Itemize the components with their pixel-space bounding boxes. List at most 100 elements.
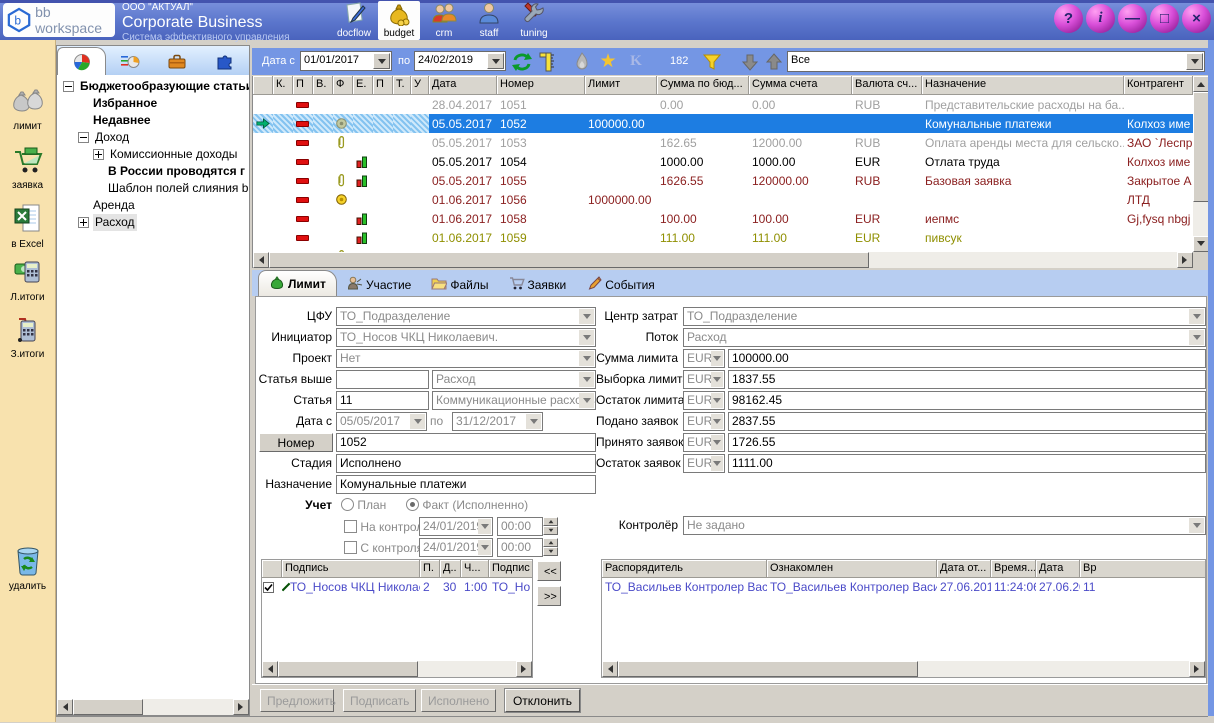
chevron-down-icon[interactable] xyxy=(1189,330,1204,345)
purpose-field[interactable]: Комунальные платежи xyxy=(336,475,596,494)
money-currency-0[interactable]: EUR xyxy=(683,349,725,368)
grid-row[interactable]: 01.06.20171058100.00100.00EURиепмсGj,fys… xyxy=(253,209,1193,228)
grid-column-16[interactable]: Контрагент xyxy=(1124,76,1193,95)
money-value-3[interactable]: 2837.55 xyxy=(728,412,1206,431)
maximize-button[interactable]: □ xyxy=(1150,4,1179,33)
money-currency-5[interactable]: EUR xyxy=(683,454,725,473)
grid-column-6[interactable]: П xyxy=(373,76,393,95)
uchet-fact-radio[interactable]: Факт (Исполненно) xyxy=(406,498,528,512)
grid-column-2[interactable]: П xyxy=(293,76,313,95)
move-down-button[interactable] xyxy=(738,50,762,73)
footer-button-1[interactable]: Подписать xyxy=(343,689,416,712)
signatures-horizontal-scrollbar[interactable] xyxy=(262,661,532,677)
star-button[interactable]: ★ xyxy=(596,50,620,73)
module-crm[interactable]: crm xyxy=(423,1,465,40)
grid-row[interactable]: 05.05.201710541000.001000.00EURОтлата тр… xyxy=(253,152,1193,171)
chevron-down-icon[interactable] xyxy=(579,309,594,324)
module-staff[interactable]: staff xyxy=(468,1,510,40)
tree-item[interactable]: Доход xyxy=(57,129,249,146)
grid-column-4[interactable]: Ф xyxy=(333,76,353,95)
help-button[interactable]: ? xyxy=(1054,4,1083,33)
k-button[interactable]: K xyxy=(624,50,648,73)
chevron-down-icon[interactable] xyxy=(410,414,425,429)
article-category-select[interactable]: Коммуникационные расходы xyxy=(432,391,596,410)
chevron-down-icon[interactable] xyxy=(579,330,594,345)
money-currency-4[interactable]: EUR xyxy=(683,433,725,452)
grid-column-11[interactable]: Лимит xyxy=(585,76,657,95)
chevron-down-icon[interactable] xyxy=(711,351,723,366)
on-control-time-field[interactable]: 00:00 xyxy=(497,517,543,536)
tree-tab-pie-list[interactable] xyxy=(106,49,153,75)
grid-column-7[interactable]: Т. xyxy=(393,76,411,95)
grid-column-3[interactable]: В. xyxy=(313,76,333,95)
article-above-flow-select[interactable]: Расход xyxy=(432,370,596,389)
cfu-select[interactable]: ТО_Подразделение xyxy=(336,307,596,326)
chevron-down-icon[interactable] xyxy=(1186,53,1203,70)
footer-button-0[interactable]: Предложить xyxy=(260,689,334,712)
tree-item[interactable]: В России проводятся г xyxy=(57,163,249,180)
checked-checkbox-icon[interactable] xyxy=(263,582,274,593)
sidebar-item-litogi[interactable]: Л.итоги xyxy=(0,256,55,303)
chevron-down-icon[interactable] xyxy=(487,53,504,69)
chevron-down-icon[interactable] xyxy=(711,393,723,408)
chevron-down-icon[interactable] xyxy=(711,435,723,450)
grid-vertical-scrollbar[interactable] xyxy=(1193,76,1209,252)
chevron-down-icon[interactable] xyxy=(478,519,491,534)
grid-row[interactable]: 05.05.201710551626.55120000.00RUBБазовая… xyxy=(253,171,1193,190)
tab-uchastie[interactable]: Участие xyxy=(337,273,421,296)
tree-item[interactable]: Избранное xyxy=(57,95,249,112)
on-control-checkbox[interactable]: На контроль xyxy=(344,520,430,534)
grid-column-10[interactable]: Номер xyxy=(497,76,585,95)
tree-tab-pie[interactable] xyxy=(57,47,106,75)
flow-select[interactable]: Расход xyxy=(683,328,1206,347)
managers-horizontal-scrollbar[interactable] xyxy=(602,661,1205,677)
info-button[interactable]: i xyxy=(1086,4,1115,33)
sidebar-item-zitogi[interactable]: З.итоги xyxy=(0,313,55,360)
grid-column-5[interactable]: Е. xyxy=(353,76,373,95)
article-above-field[interactable] xyxy=(336,370,429,389)
number-field[interactable]: 1052 xyxy=(336,433,596,452)
tab-zayavki[interactable]: Заявки xyxy=(499,273,577,296)
money-currency-3[interactable]: EUR xyxy=(683,412,725,431)
initiator-select[interactable]: ТО_Носов ЧКЦ Николаевич. xyxy=(336,328,596,347)
footer-button-3[interactable]: Отклонить xyxy=(505,689,580,712)
tree-item[interactable]: Расход xyxy=(57,214,249,231)
uchet-plan-radio[interactable]: План xyxy=(341,498,386,512)
module-budget[interactable]: budget xyxy=(378,1,420,40)
manager-row[interactable]: ТО_Васильев Контролер Васильевич ТО_Васи… xyxy=(602,578,1205,596)
grid-column-13[interactable]: Сумма счета xyxy=(749,76,852,95)
tree-item[interactable]: Комиссионные доходы xyxy=(57,146,249,163)
flame-button[interactable] xyxy=(570,50,594,73)
detail-date-to-picker[interactable]: 31/12/2017 xyxy=(452,412,543,431)
module-docflow[interactable]: docflow xyxy=(333,1,375,40)
chevron-down-icon[interactable] xyxy=(579,351,594,366)
ruler-button[interactable] xyxy=(536,50,560,73)
tab-files[interactable]: Файлы xyxy=(421,273,498,296)
money-value-2[interactable]: 98162.45 xyxy=(728,391,1206,410)
from-control-time-field[interactable]: 00:00 xyxy=(497,538,543,557)
tree-tab-briefcase[interactable] xyxy=(153,49,200,75)
tree-horizontal-scrollbar[interactable] xyxy=(57,699,249,715)
refresh-button[interactable] xyxy=(510,50,534,73)
tree-item[interactable]: Шаблон полей слияния bb xyxy=(57,180,249,197)
tree-item[interactable]: Аренда xyxy=(57,197,249,214)
filter-button[interactable] xyxy=(700,50,724,73)
chevron-down-icon[interactable] xyxy=(526,414,541,429)
chevron-down-icon[interactable] xyxy=(478,540,491,555)
tree-tab-puzzle[interactable] xyxy=(200,49,247,75)
tab-events[interactable]: События xyxy=(576,273,665,296)
grid-column-14[interactable]: Валюта сч... xyxy=(852,76,922,95)
chevron-down-icon[interactable] xyxy=(711,414,723,429)
chevron-down-icon[interactable] xyxy=(1189,309,1204,324)
minimize-button[interactable]: — xyxy=(1118,4,1147,33)
view-filter-select[interactable]: Все xyxy=(787,51,1205,72)
cost-center-select[interactable]: ТО_Подразделение xyxy=(683,307,1206,326)
on-control-time-spinner[interactable] xyxy=(543,517,558,536)
from-control-date-picker[interactable]: 24/01/2019 xyxy=(419,538,493,557)
money-value-4[interactable]: 1726.55 xyxy=(728,433,1206,452)
grid-row[interactable]: 05.05.20171052100000.00Комунальные плате… xyxy=(253,114,1193,133)
tree-collapse-icon[interactable] xyxy=(63,81,74,92)
money-currency-1[interactable]: EUR xyxy=(683,370,725,389)
grid-column-8[interactable]: У xyxy=(411,76,429,95)
money-value-1[interactable]: 1837.55 xyxy=(728,370,1206,389)
